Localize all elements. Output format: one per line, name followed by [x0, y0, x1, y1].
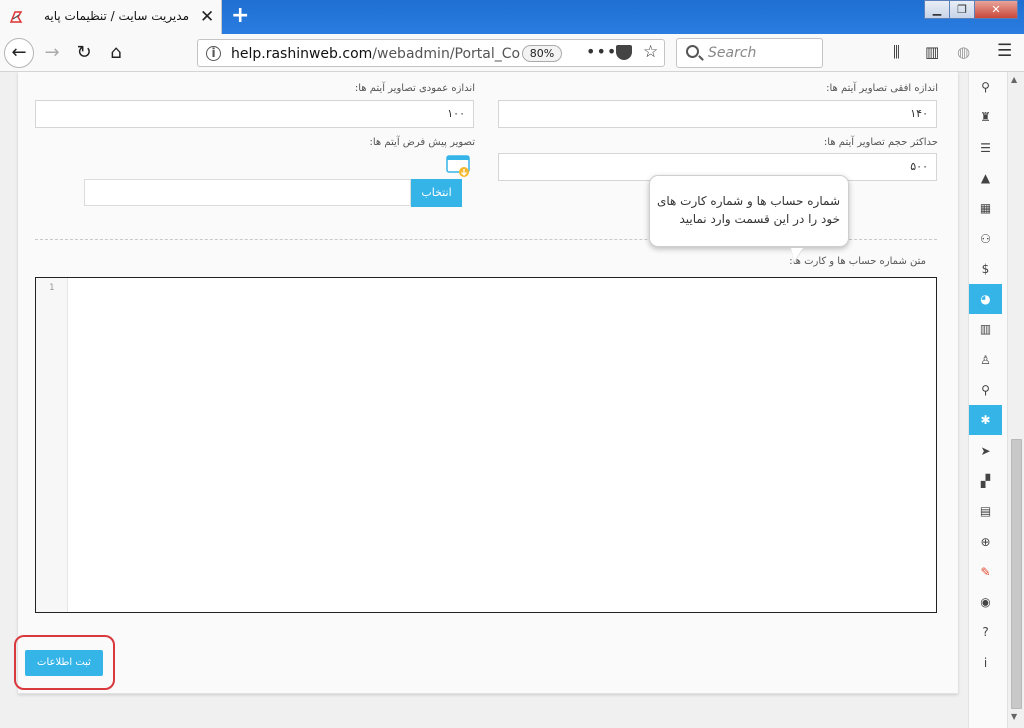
- default-image-label: تصویر پیش فرض آیتم ها:: [369, 137, 476, 148]
- default-image-path-input[interactable]: [84, 179, 411, 206]
- pocket-icon[interactable]: [616, 45, 632, 60]
- window-controls: ▁ ❐ ✕: [924, 0, 1018, 22]
- minimize-button[interactable]: ▁: [924, 0, 950, 19]
- search-icon[interactable]: ⚲: [969, 375, 1002, 405]
- settings-form-card: اندازه عمودی تصاویر آیتم ها: ۱۰۰ اندازه …: [14, 72, 958, 694]
- line-number: 1: [49, 283, 55, 293]
- menu-icon[interactable]: ☰: [997, 41, 1012, 61]
- bar-chart-icon[interactable]: ▥: [969, 314, 1002, 344]
- help-tooltip: شماره حساب ها و شماره کارت های خود را در…: [649, 175, 849, 262]
- site-info-icon[interactable]: i: [206, 46, 221, 61]
- search-placeholder: Search: [708, 45, 757, 61]
- admin-icon-sidebar: ⚲ ♜ ☰ ▲ ▦ ⚇ $ ◕ ▥ ♙ ⚲ ✱ ➤ ▞ ▤ ⊕ ✎ ◉? i: [968, 72, 1007, 728]
- tab-title: مدیریت سایت / تنظیمات پایه: [43, 9, 189, 23]
- globe-icon[interactable]: ◍: [957, 43, 970, 61]
- stamp-icon[interactable]: ♙: [969, 345, 1002, 375]
- forward-button[interactable]: →: [38, 39, 66, 67]
- browser-window: مدیریت سایت / تنظیمات پایه ✕ + ▁ ❐ ✕ ← →…: [0, 0, 1024, 728]
- reload-button[interactable]: ↻: [70, 39, 98, 67]
- road-icon[interactable]: ▲: [969, 163, 1002, 193]
- search-icon: [686, 45, 699, 58]
- navigation-bar: ← → ↻ ⌂ i help.rashinweb.com/webadmin/Po…: [0, 34, 1024, 72]
- wrench-icon[interactable]: ✎: [969, 557, 1002, 587]
- tooltip-text: شماره حساب ها و شماره کارت های خود را در…: [656, 194, 840, 226]
- bookmark-star-icon[interactable]: ☆: [643, 42, 658, 62]
- restore-button[interactable]: ❐: [949, 0, 975, 19]
- tab-close-icon[interactable]: ✕: [200, 7, 214, 27]
- scroll-up-icon[interactable]: ▲: [1011, 75, 1017, 84]
- vertical-size-input[interactable]: ۱۰۰: [35, 100, 474, 128]
- default-image-preview-icon: [446, 155, 470, 177]
- page-actions-icon[interactable]: •••: [586, 42, 617, 61]
- horizontal-size-input[interactable]: ۱۴۰: [498, 100, 937, 128]
- url-bar[interactable]: i help.rashinweb.com/webadmin/Portal_Co …: [197, 39, 665, 67]
- accounts-text-editor[interactable]: 1: [35, 277, 937, 613]
- page-viewport: اندازه عمودی تصاویر آیتم ها: ۱۰۰ اندازه …: [0, 72, 1007, 728]
- url-text[interactable]: help.rashinweb.com/webadmin/Portal_Co: [231, 46, 521, 62]
- calendar-icon[interactable]: ▦: [969, 193, 1002, 223]
- close-window-button[interactable]: ✕: [974, 0, 1018, 19]
- zoom-indicator[interactable]: 80%: [522, 45, 562, 62]
- question-icon[interactable]: ?: [969, 617, 1002, 647]
- choose-image-button[interactable]: انتخاب: [411, 179, 462, 207]
- info-icon[interactable]: i: [969, 648, 1002, 678]
- page-scrollbar[interactable]: ▲ ▼: [1007, 72, 1024, 728]
- vertical-size-label: اندازه عمودی تصاویر آیتم ها:: [354, 83, 475, 94]
- home-button[interactable]: ⌂: [102, 39, 130, 67]
- library-icon[interactable]: ⫼: [893, 43, 900, 61]
- windows-icon[interactable]: ▞: [969, 466, 1002, 496]
- user-lock-icon[interactable]: ♜: [969, 102, 1002, 132]
- dollar-icon[interactable]: $: [969, 254, 1002, 284]
- tags-icon[interactable]: ➤: [969, 436, 1002, 466]
- editor-gutter: 1: [36, 278, 68, 612]
- site-favicon-icon: [9, 11, 23, 23]
- new-tab-icon[interactable]: +: [231, 3, 249, 28]
- accounts-text-label: متن شماره حساب ها و کارت ها:: [789, 256, 926, 267]
- gear-icon[interactable]: ✱: [969, 405, 1002, 436]
- horizontal-size-label: اندازه افقی تصاویر آیتم ها:: [826, 83, 938, 94]
- tooltip-pointer: [791, 248, 803, 262]
- submit-button[interactable]: ثبت اطلاعات: [25, 650, 103, 676]
- globe-icon[interactable]: ◉: [969, 587, 1002, 617]
- scroll-thumb[interactable]: [1011, 439, 1022, 709]
- search-box[interactable]: Search: [676, 38, 823, 68]
- zoom-icon[interactable]: ⊕: [969, 527, 1002, 557]
- scroll-down-icon[interactable]: ▼: [1011, 712, 1017, 721]
- sitemap-icon[interactable]: ⚲: [969, 72, 1002, 102]
- sidebar-toggle-icon[interactable]: ▥: [925, 43, 939, 61]
- file-icon[interactable]: ▤: [969, 496, 1002, 526]
- back-button[interactable]: ←: [4, 38, 34, 68]
- active-tab[interactable]: مدیریت سایت / تنظیمات پایه ✕: [0, 0, 222, 34]
- list-icon[interactable]: ☰: [969, 133, 1002, 163]
- max-size-label: حداکثر حجم تصاویر آیتم ها:: [823, 137, 938, 148]
- pie-chart-icon[interactable]: ◕: [969, 284, 1002, 315]
- title-bar: مدیریت سایت / تنظیمات پایه ✕ + ▁ ❐ ✕: [0, 0, 1024, 34]
- users-icon[interactable]: ⚇: [969, 224, 1002, 254]
